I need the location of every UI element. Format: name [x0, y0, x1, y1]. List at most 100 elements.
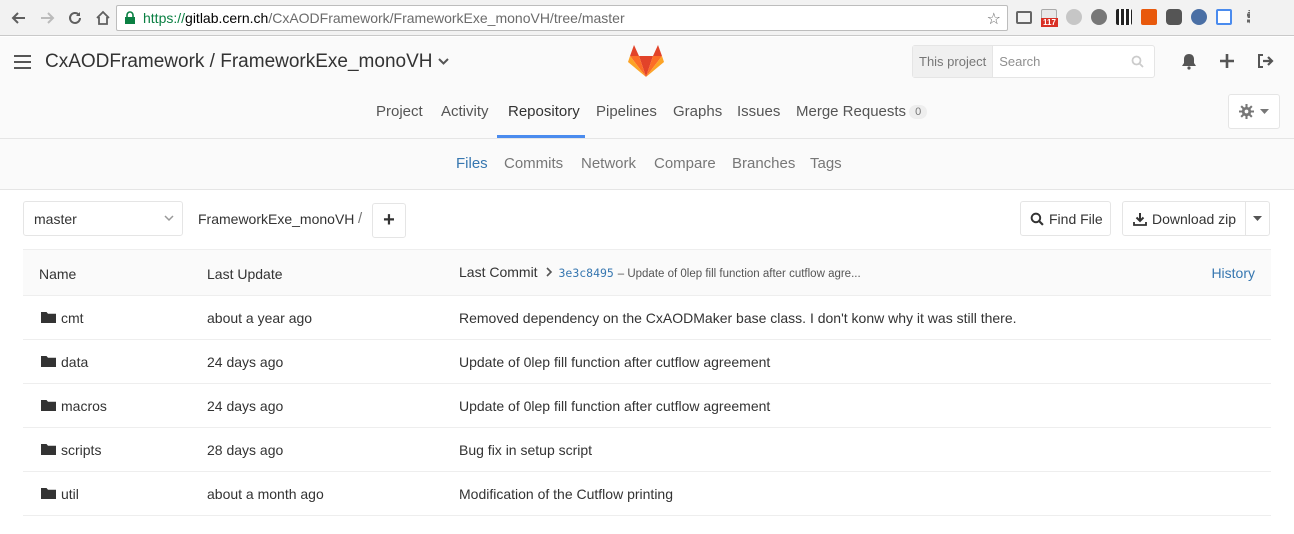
- commit-message-link[interactable]: Bug fix in setup script: [459, 442, 592, 458]
- back-icon[interactable]: [8, 7, 30, 29]
- merge-requests-count-badge: 0: [909, 105, 928, 119]
- chevron-down-icon: [438, 58, 450, 65]
- sign-out-icon[interactable]: [1256, 52, 1274, 70]
- translate-icon[interactable]: [1216, 9, 1232, 25]
- repository-subnav: Files Commits Network Compare Branches T…: [0, 139, 1294, 190]
- file-name-link[interactable]: cmt: [61, 310, 84, 326]
- hamburger-menu-icon[interactable]: [14, 55, 31, 69]
- hand-icon[interactable]: [1166, 9, 1182, 25]
- tab-repository[interactable]: Repository: [508, 103, 580, 120]
- calendar-extension-icon[interactable]: 117: [1041, 9, 1058, 27]
- last-update-cell: 28 days ago: [207, 442, 284, 458]
- last-update-cell: 24 days ago: [207, 354, 284, 370]
- download-options-button[interactable]: [1245, 201, 1270, 236]
- file-name-link[interactable]: data: [61, 354, 88, 370]
- caret-down-icon: [1260, 108, 1269, 114]
- search-input[interactable]: [999, 54, 1120, 69]
- file-name-link[interactable]: macros: [61, 398, 107, 414]
- extension-badge: 117: [1041, 18, 1058, 27]
- folder-icon: [41, 312, 56, 323]
- file-tree-table: Name Last Update Last Commit 3e3c8495 – …: [23, 249, 1271, 516]
- plus-icon: +: [383, 209, 395, 231]
- subtab-commits[interactable]: Commits: [504, 155, 563, 172]
- subtab-compare[interactable]: Compare: [654, 155, 716, 172]
- find-file-label: Find File: [1049, 210, 1103, 227]
- chevron-right-icon: [546, 267, 553, 277]
- file-name-link[interactable]: util: [61, 486, 79, 502]
- subtab-files[interactable]: Files: [456, 155, 488, 172]
- bell-icon[interactable]: [1180, 52, 1198, 70]
- commit-message-link[interactable]: Update of 0lep fill function after cutfl…: [459, 398, 770, 414]
- gitlab-header: CxAODFramework / FrameworkExe_monoVH Thi…: [0, 37, 1294, 88]
- tab-merge-requests-label: Merge Requests: [796, 103, 907, 120]
- tab-pipelines[interactable]: Pipelines: [596, 103, 657, 120]
- subtab-branches[interactable]: Branches: [732, 155, 795, 172]
- settings-dropdown-button[interactable]: [1228, 94, 1280, 129]
- tab-activity[interactable]: Activity: [441, 103, 489, 120]
- chrome-menu-icon[interactable]: [1247, 10, 1251, 24]
- gitlab-logo-icon[interactable]: [627, 43, 665, 79]
- add-file-button[interactable]: +: [372, 203, 406, 238]
- plus-icon[interactable]: [1218, 52, 1236, 70]
- commit-message-link[interactable]: Removed dependency on the CxAODMaker bas…: [459, 310, 1017, 326]
- table-row[interactable]: scripts 28 days ago Bug fix in setup scr…: [23, 428, 1271, 472]
- column-last-commit-header: Last Commit: [459, 264, 538, 280]
- url-scheme: https://: [143, 10, 186, 26]
- last-update-cell: about a month ago: [207, 486, 324, 502]
- history-link[interactable]: History: [1211, 265, 1255, 281]
- table-row[interactable]: data 24 days ago Update of 0lep fill fun…: [23, 340, 1271, 384]
- folder-icon: [41, 400, 56, 411]
- download-zip-button[interactable]: Download zip: [1122, 201, 1246, 236]
- column-name-header: Name: [39, 266, 77, 282]
- qr-code-icon[interactable]: [1116, 9, 1132, 25]
- url-host: gitlab.cern.ch: [185, 10, 269, 26]
- folder-icon: [41, 488, 56, 499]
- extension-icons: 117: [1016, 9, 1251, 27]
- commit-message-link[interactable]: Modification of the Cutflow printing: [459, 486, 673, 502]
- branch-select-value: master: [34, 210, 77, 227]
- tab-graphs[interactable]: Graphs: [673, 103, 722, 120]
- breadcrumb-separator: /: [358, 210, 363, 227]
- breadcrumb-repo[interactable]: FrameworkExe_monoVH: [198, 211, 354, 227]
- branch-select[interactable]: master: [23, 201, 183, 236]
- arrow-extension-icon[interactable]: [1191, 9, 1207, 25]
- search-scope-badge[interactable]: This project: [913, 46, 994, 77]
- find-file-button[interactable]: Find File: [1020, 201, 1111, 236]
- folder-icon: [41, 444, 56, 455]
- last-commit-sha-link[interactable]: 3e3c8495: [558, 266, 613, 280]
- active-tab-indicator: [497, 135, 585, 138]
- browser-toolbar: https://gitlab.cern.ch/CxAODFramework/Fr…: [0, 0, 1294, 36]
- forward-icon[interactable]: [36, 7, 58, 29]
- search-box[interactable]: This project: [912, 45, 1155, 78]
- last-commit-message[interactable]: – Update of 0lep fill function after cut…: [618, 268, 861, 280]
- table-row[interactable]: util about a month ago Modification of t…: [23, 472, 1271, 516]
- tab-project[interactable]: Project: [376, 103, 423, 120]
- column-last-update-header: Last Update: [207, 266, 283, 282]
- folder-icon: [41, 356, 56, 367]
- caret-down-icon: [1253, 215, 1262, 221]
- tab-issues[interactable]: Issues: [737, 103, 780, 120]
- search-icon: [1030, 212, 1044, 226]
- home-icon[interactable]: [92, 7, 114, 29]
- project-title[interactable]: CxAODFramework / FrameworkExe_monoVH: [45, 51, 450, 73]
- cast-icon[interactable]: [1016, 10, 1032, 24]
- reload-icon[interactable]: [64, 7, 86, 29]
- office-icon[interactable]: [1141, 9, 1157, 25]
- gear-extension-icon[interactable]: [1091, 9, 1107, 25]
- bookmark-star-icon[interactable]: ☆: [987, 9, 1001, 29]
- commit-message-link[interactable]: Update of 0lep fill function after cutfl…: [459, 354, 770, 370]
- address-bar[interactable]: https://gitlab.cern.ch/CxAODFramework/Fr…: [116, 5, 1008, 31]
- table-row[interactable]: macros 24 days ago Update of 0lep fill f…: [23, 384, 1271, 428]
- lock-icon: [125, 11, 135, 24]
- gear-icon: [1239, 104, 1254, 119]
- search-icon: [1131, 55, 1144, 68]
- cloud-icon[interactable]: [1066, 9, 1082, 25]
- url-path: /CxAODFramework/FrameworkExe_monoVH/tree…: [268, 10, 625, 26]
- file-name-link[interactable]: scripts: [61, 442, 101, 458]
- table-row[interactable]: cmt about a year ago Removed dependency …: [23, 296, 1271, 340]
- tab-merge-requests[interactable]: Merge Requests 0: [796, 103, 928, 120]
- subtab-network[interactable]: Network: [581, 155, 636, 172]
- last-commit-info: Last Commit 3e3c8495 – Update of 0lep fi…: [459, 264, 861, 280]
- subtab-tags[interactable]: Tags: [810, 155, 842, 172]
- chevron-down-icon: [164, 215, 174, 222]
